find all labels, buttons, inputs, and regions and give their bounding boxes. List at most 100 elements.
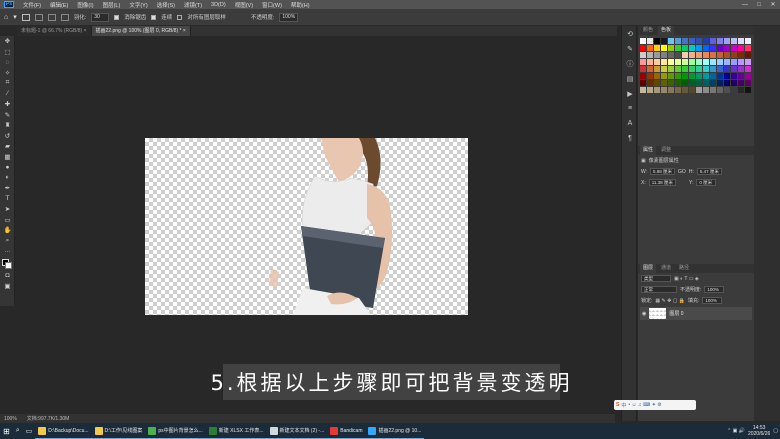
color-swatch[interactable] bbox=[668, 38, 674, 44]
crop-tool-icon[interactable]: ⌗ bbox=[0, 78, 15, 89]
color-swatch[interactable] bbox=[675, 66, 681, 72]
document-canvas[interactable] bbox=[145, 138, 468, 315]
minimize-button[interactable]: — bbox=[738, 0, 752, 9]
color-swatch[interactable] bbox=[682, 73, 688, 79]
color-swatch[interactable] bbox=[640, 87, 646, 93]
color-swatch[interactable] bbox=[640, 38, 646, 44]
color-swatch[interactable] bbox=[696, 87, 702, 93]
ime-mode-label[interactable]: 中 bbox=[621, 402, 626, 409]
task-view-icon[interactable]: ▭ bbox=[23, 423, 36, 439]
color-swatch[interactable] bbox=[668, 73, 674, 79]
color-swatch[interactable] bbox=[654, 80, 660, 86]
maximize-button[interactable]: □ bbox=[752, 0, 766, 9]
color-swatch[interactable] bbox=[682, 87, 688, 93]
lock-icons[interactable]: ▦ ✎ ✥ ▢ 🔒 bbox=[655, 298, 685, 304]
color-swatch[interactable] bbox=[738, 45, 744, 51]
home-icon[interactable]: ⌂ bbox=[4, 14, 8, 21]
start-button[interactable]: ⊞ bbox=[0, 423, 13, 439]
color-swatch[interactable] bbox=[682, 38, 688, 44]
ime-tools-icon[interactable]: • ☺ ♫ ⌨ ✦ ⚙ bbox=[628, 402, 661, 408]
quick-mask-icon[interactable]: ◘ bbox=[0, 271, 15, 282]
color-swatch[interactable] bbox=[745, 52, 751, 58]
color-swatch[interactable] bbox=[682, 66, 688, 72]
type-tool-icon[interactable]: T bbox=[0, 194, 15, 205]
color-swatch[interactable] bbox=[640, 66, 646, 72]
color-swatch[interactable] bbox=[661, 52, 667, 58]
search-icon[interactable]: ⌕ bbox=[13, 423, 23, 439]
color-swatch[interactable] bbox=[689, 52, 695, 58]
color-swatch[interactable] bbox=[668, 59, 674, 65]
color-swatch[interactable] bbox=[668, 66, 674, 72]
opacity-input[interactable]: 100% bbox=[279, 12, 299, 22]
zoom-level[interactable]: 100% bbox=[4, 416, 17, 422]
screen-mode-icon[interactable]: ▣ bbox=[0, 281, 15, 292]
selection-new-icon[interactable] bbox=[21, 13, 30, 21]
color-swatch[interactable] bbox=[745, 66, 751, 72]
width-input[interactable]: 5.88 厘米 bbox=[650, 168, 676, 175]
color-swatch[interactable] bbox=[682, 80, 688, 86]
height-input[interactable]: 5.47 厘米 bbox=[696, 168, 722, 175]
color-swatch[interactable] bbox=[675, 45, 681, 51]
close-button[interactable]: ✕ bbox=[766, 0, 780, 9]
color-swatch[interactable] bbox=[654, 73, 660, 79]
color-swatch[interactable] bbox=[696, 66, 702, 72]
color-swatch[interactable] bbox=[745, 45, 751, 51]
color-swatch[interactable] bbox=[640, 59, 646, 65]
color-swatch[interactable] bbox=[647, 80, 653, 86]
color-swatch[interactable] bbox=[647, 52, 653, 58]
color-swatch[interactable] bbox=[640, 73, 646, 79]
color-swatch[interactable] bbox=[710, 66, 716, 72]
color-swatch[interactable] bbox=[675, 52, 681, 58]
menu-type[interactable]: 文字(Y) bbox=[129, 1, 147, 9]
color-swatch[interactable] bbox=[703, 80, 709, 86]
taskbar-item[interactable]: D:\工作\见线图案 bbox=[91, 423, 146, 439]
color-swatch[interactable] bbox=[724, 73, 730, 79]
tab-adjustments[interactable]: 调整 bbox=[658, 146, 674, 155]
menu-select[interactable]: 选择(S) bbox=[157, 1, 175, 9]
lasso-tool-icon[interactable]: ◌ bbox=[0, 57, 15, 68]
taskbar-item[interactable]: Bandicam bbox=[327, 423, 366, 439]
color-swatch[interactable] bbox=[696, 52, 702, 58]
blur-tool-icon[interactable]: ● bbox=[0, 162, 15, 173]
color-swatch[interactable] bbox=[689, 73, 695, 79]
menu-edit[interactable]: 编辑(E) bbox=[50, 1, 68, 9]
tab-color[interactable]: 颜色 bbox=[640, 26, 656, 35]
adjustments-panel-icon[interactable]: ≡ bbox=[622, 101, 638, 116]
menu-filter[interactable]: 滤镜(T) bbox=[184, 1, 202, 9]
color-swatch[interactable] bbox=[689, 66, 695, 72]
selection-subtract-icon[interactable] bbox=[47, 13, 56, 21]
color-swatch[interactable] bbox=[689, 80, 695, 86]
color-swatch[interactable] bbox=[661, 59, 667, 65]
hand-tool-icon[interactable]: ✋ bbox=[0, 225, 15, 236]
color-swatch[interactable] bbox=[675, 73, 681, 79]
brush-tool-icon[interactable]: ✎ bbox=[0, 110, 15, 121]
selection-intersect-icon[interactable] bbox=[60, 13, 69, 21]
color-swatch[interactable] bbox=[738, 73, 744, 79]
background-color-swatch[interactable] bbox=[5, 261, 12, 269]
magic-wand-tool-icon[interactable]: ✧ bbox=[0, 68, 15, 79]
color-swatch[interactable] bbox=[647, 45, 653, 51]
color-swatch[interactable] bbox=[668, 45, 674, 51]
layer-kind-select[interactable]: 类型 bbox=[641, 275, 671, 282]
sogou-icon[interactable]: S bbox=[616, 402, 619, 408]
healing-brush-tool-icon[interactable]: ✚ bbox=[0, 99, 15, 110]
color-swatch[interactable] bbox=[703, 87, 709, 93]
color-swatch[interactable] bbox=[745, 73, 751, 79]
color-swatch[interactable] bbox=[682, 52, 688, 58]
color-swatch[interactable] bbox=[717, 73, 723, 79]
pen-tool-icon[interactable]: ✒ bbox=[0, 183, 15, 194]
color-swatch[interactable] bbox=[682, 45, 688, 51]
menu-window[interactable]: 窗口(W) bbox=[262, 1, 282, 9]
ime-toolbar[interactable]: S 中 • ☺ ♫ ⌨ ✦ ⚙ bbox=[614, 400, 696, 410]
menu-image[interactable]: 图像(I) bbox=[77, 1, 93, 9]
color-swatch[interactable] bbox=[668, 52, 674, 58]
color-swatch[interactable] bbox=[738, 59, 744, 65]
eyedropper-tool-icon[interactable]: ⁄ bbox=[0, 89, 15, 100]
color-swatch[interactable] bbox=[731, 66, 737, 72]
play-action-icon[interactable]: ▶ bbox=[622, 86, 638, 101]
color-swatch[interactable] bbox=[696, 59, 702, 65]
color-swatch[interactable] bbox=[696, 80, 702, 86]
color-swatch[interactable] bbox=[724, 45, 730, 51]
channels-panel-icon[interactable]: ▤ bbox=[622, 71, 638, 86]
color-swatch[interactable] bbox=[675, 87, 681, 93]
